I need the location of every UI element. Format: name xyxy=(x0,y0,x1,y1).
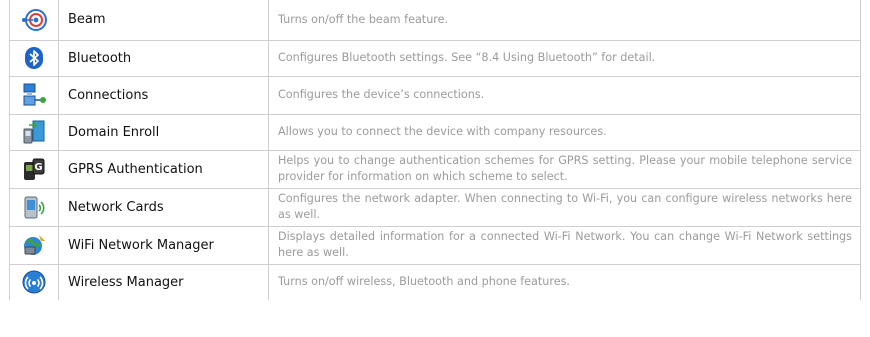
table-row: Connections Configures the device’s conn… xyxy=(9,75,861,115)
setting-name: Wireless Manager xyxy=(58,263,269,300)
setting-description: Displays detailed information for a conn… xyxy=(268,225,861,265)
connections-icon xyxy=(23,83,46,106)
svg-text:G: G xyxy=(34,162,42,173)
table-row: WiFi Network Manager Displays detailed i… xyxy=(9,225,861,265)
setting-name: GPRS Authentication xyxy=(58,149,269,189)
gprs-authentication-icon: G xyxy=(24,158,45,180)
setting-name: Beam xyxy=(58,0,269,41)
setting-description: Allows you to connect the device with co… xyxy=(268,113,861,151)
table-row: Beam Turns on/off the beam feature. xyxy=(9,0,861,41)
setting-description: Helps you to change authentication schem… xyxy=(268,149,861,189)
icon-cell xyxy=(9,263,59,300)
setting-name: Domain Enroll xyxy=(58,113,269,151)
setting-description: Configures the device’s connections. xyxy=(268,75,861,115)
setting-description: Configures Bluetooth settings. See “8.4 … xyxy=(268,39,861,77)
icon-cell xyxy=(9,39,59,77)
network-cards-icon xyxy=(24,196,45,219)
table-row: G GPRS Authentication Helps you to chang… xyxy=(9,149,861,189)
setting-name: Connections xyxy=(58,75,269,115)
icon-cell xyxy=(9,187,59,227)
table-row: Network Cards Configures the network ada… xyxy=(9,187,861,227)
icon-cell xyxy=(9,0,59,41)
settings-table: Beam Turns on/off the beam feature. Blue… xyxy=(9,0,861,300)
beam-icon xyxy=(22,8,47,31)
setting-name: Network Cards xyxy=(58,187,269,227)
wireless-manager-icon xyxy=(22,270,46,294)
setting-name: WiFi Network Manager xyxy=(58,225,269,265)
icon-cell xyxy=(9,225,59,265)
domain-enroll-icon xyxy=(23,120,45,144)
setting-description: Turns on/off wireless, Bluetooth and pho… xyxy=(268,263,861,300)
wifi-network-manager-icon xyxy=(24,235,45,255)
setting-name: Bluetooth xyxy=(58,39,269,77)
setting-description: Turns on/off the beam feature. xyxy=(268,0,861,41)
bluetooth-icon xyxy=(25,47,43,69)
setting-description: Configures the network adapter. When con… xyxy=(268,187,861,227)
table-row: Wireless Manager Turns on/off wireless, … xyxy=(9,263,861,300)
icon-cell xyxy=(9,113,59,151)
table-row: Domain Enroll Allows you to connect the … xyxy=(9,113,861,151)
icon-cell xyxy=(9,75,59,115)
table-row: Bluetooth Configures Bluetooth settings.… xyxy=(9,39,861,77)
icon-cell: G xyxy=(9,149,59,189)
